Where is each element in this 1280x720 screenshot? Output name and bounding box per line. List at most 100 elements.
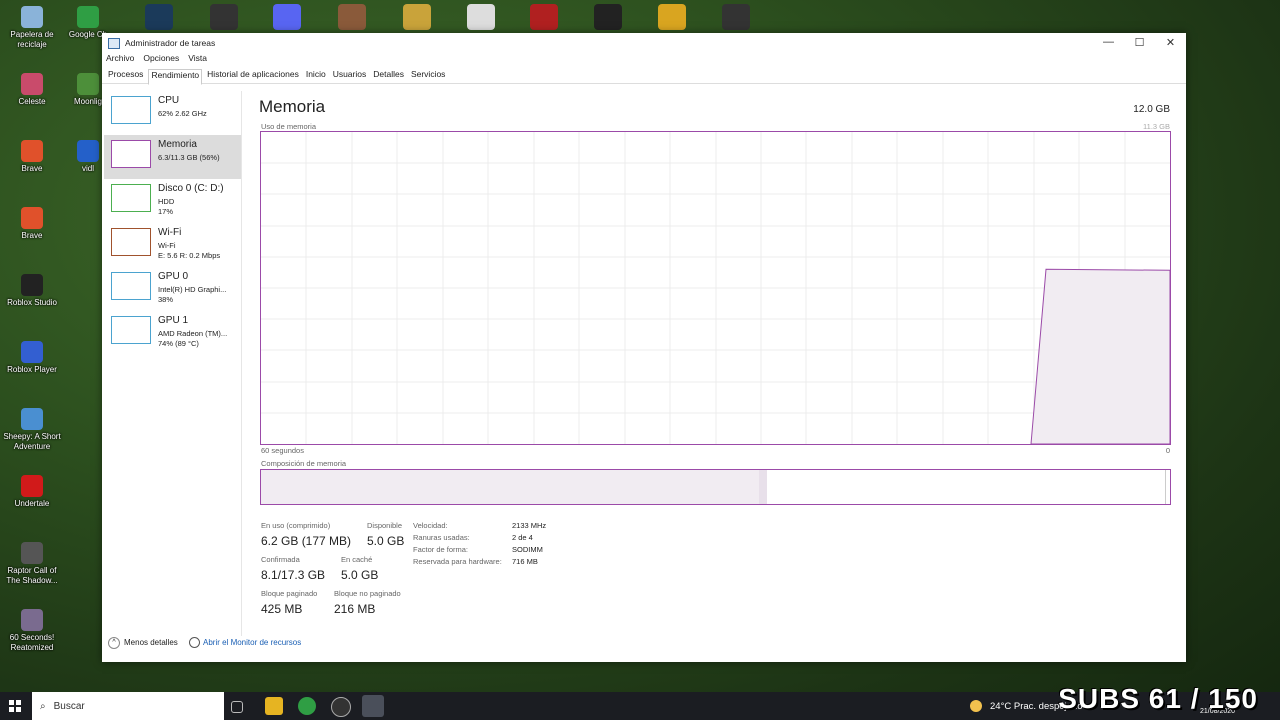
- sidebar-item-detail-2: 38%: [158, 295, 174, 304]
- tab-usuarios[interactable]: Usuarios: [331, 69, 369, 83]
- game-icon[interactable]: [338, 4, 366, 30]
- tab-servicios[interactable]: Servicios: [409, 69, 447, 83]
- task-manager-icon[interactable]: [362, 695, 384, 717]
- detail-form-value: SODIMM: [512, 545, 543, 554]
- menu-archivo[interactable]: Archivo: [106, 53, 134, 65]
- close-button[interactable]: ✕: [1155, 33, 1186, 51]
- menu-bar: Archivo Opciones Vista: [102, 53, 1186, 65]
- app-icon: [77, 73, 99, 95]
- sidebar-item-gpu1[interactable]: GPU 1 AMD Radeon (TM)... 74% (89 °C): [104, 311, 241, 355]
- game-icon[interactable]: [467, 4, 495, 30]
- composition-label: Composición de memoria: [261, 459, 347, 468]
- task-view-icon[interactable]: [231, 701, 243, 713]
- game-icon[interactable]: [403, 4, 431, 30]
- sidebar-item-label: Wi-Fi: [158, 227, 182, 238]
- stat-committed-value: 8.1/17.3 GB: [261, 568, 326, 582]
- game-icon[interactable]: [658, 4, 686, 30]
- graph-label: Uso de memoria: [261, 122, 317, 131]
- desktop-icon[interactable]: Papelera de reciclaje: [2, 6, 62, 50]
- app-icon: [21, 140, 43, 162]
- app-icon: [21, 609, 43, 631]
- title-bar[interactable]: Administrador de tareas: [102, 33, 1186, 53]
- task-manager-icon: [108, 37, 120, 49]
- sidebar-item-memoria[interactable]: Memoria 6.3/11.3 GB (56%): [104, 135, 241, 179]
- app-icon: [21, 408, 43, 430]
- detail-form-key: Factor de forma:: [413, 545, 469, 554]
- desktop-icon-label: Brave: [21, 231, 43, 240]
- desktop-icon[interactable]: Brave: [2, 207, 62, 241]
- steam-icon[interactable]: [145, 4, 173, 30]
- sidebar-item-cpu[interactable]: CPU 62% 2.62 GHz: [104, 91, 241, 135]
- menu-opciones[interactable]: Opciones: [143, 53, 179, 65]
- sidebar-item-detail: 62% 2.62 GHz: [158, 109, 207, 118]
- tab-detalles[interactable]: Detalles: [371, 69, 406, 83]
- composition-free-divider: [1165, 470, 1166, 504]
- tab-procesos[interactable]: Procesos: [106, 69, 145, 83]
- windows-start-icon[interactable]: [9, 700, 21, 712]
- desktop-icon-label: Sheepy: A Short Adventure: [3, 432, 61, 451]
- taskbar-search[interactable]: ⌕ Buscar: [32, 692, 224, 720]
- sidebar-item-label: Memoria: [158, 139, 197, 150]
- chrome-icon[interactable]: [298, 697, 316, 715]
- tab-historial[interactable]: Historial de aplicaciones: [205, 69, 301, 83]
- detail-slots-value: 2 de 4: [512, 533, 533, 542]
- app-icon: [77, 6, 99, 28]
- obs-icon[interactable]: [210, 4, 238, 30]
- sidebar-item-detail: AMD Radeon (TM)...: [158, 329, 228, 338]
- desktop-icon[interactable]: 60 Seconds! Reatomized: [2, 609, 62, 653]
- sidebar-item-label: Disco 0 (C: D:): [158, 183, 224, 194]
- app-icon: [21, 542, 43, 564]
- tab-rendimiento[interactable]: Rendimiento: [148, 69, 203, 85]
- desktop-icon[interactable]: Roblox Studio: [2, 274, 62, 308]
- discord-icon[interactable]: [273, 4, 301, 30]
- desktop-icon-label: Papelera de reciclaje: [10, 30, 54, 49]
- desktop-icon[interactable]: Undertale: [2, 475, 62, 509]
- desktop-icon-label: Raptor Call of The Shadow...: [6, 566, 58, 585]
- memory-usage-graph: [260, 131, 1171, 445]
- sidebar-item-disco[interactable]: Disco 0 (C: D:) HDD 17%: [104, 179, 241, 223]
- obs-icon[interactable]: [331, 697, 351, 717]
- menu-vista[interactable]: Vista: [188, 53, 207, 65]
- tab-strip: Procesos Rendimiento Historial de aplica…: [102, 69, 1186, 85]
- tab-inicio[interactable]: Inicio: [304, 69, 328, 83]
- stat-paged-value: 425 MB: [261, 602, 303, 616]
- game-icon[interactable]: [722, 4, 750, 30]
- stat-available-label: Disponible: [367, 521, 403, 530]
- stat-in-use-value: 6.2 GB (177 MB): [261, 534, 352, 548]
- detail-reserved-value: 716 MB: [512, 557, 538, 566]
- sidebar-item-wifi[interactable]: Wi-Fi Wi-Fi E: 5.6 R: 0.2 Mbps: [104, 223, 241, 267]
- sidebar-item-detail-2: 74% (89 °C): [158, 339, 199, 348]
- app-icon: [21, 341, 43, 363]
- desktop-icon[interactable]: Roblox Player: [2, 341, 62, 375]
- sidebar-item-detail-2: 17%: [158, 207, 174, 216]
- desktop-icon[interactable]: Celeste: [2, 73, 62, 107]
- minimize-button[interactable]: —: [1093, 33, 1124, 51]
- stat-nonpaged-label: Bloque no paginado: [334, 589, 401, 598]
- maximize-button[interactable]: ☐: [1124, 33, 1155, 51]
- memory-composition-bar: [260, 469, 1171, 505]
- search-icon: ⌕: [40, 700, 46, 712]
- desktop-icon-label: Roblox Studio: [7, 298, 57, 307]
- app-icon: [21, 6, 43, 28]
- sidebar-item-gpu0[interactable]: GPU 0 Intel(R) HD Graphi... 38%: [104, 267, 241, 311]
- detail-speed-value: 2133 MHz: [512, 521, 547, 530]
- search-placeholder: Buscar: [53, 700, 85, 712]
- file-explorer-icon[interactable]: [265, 697, 283, 715]
- memory-usage-area: [1030, 268, 1171, 445]
- desktop-icon[interactable]: Brave: [2, 140, 62, 174]
- desktop-icon[interactable]: Raptor Call of The Shadow...: [2, 542, 62, 586]
- app-icon: [77, 140, 99, 162]
- time-axis-left: 60 segundos: [261, 446, 304, 455]
- window-footer: ^ Menos detalles Abrir el Monitor de rec…: [102, 634, 1186, 654]
- app-icon: [21, 274, 43, 296]
- resource-monitor-link[interactable]: Abrir el Monitor de recursos: [203, 638, 301, 647]
- chevron-up-icon[interactable]: ^: [108, 637, 120, 649]
- game-icon[interactable]: [594, 4, 622, 30]
- detail-speed-key: Velocidad:: [413, 521, 448, 530]
- desktop-icon[interactable]: Sheepy: A Short Adventure: [2, 408, 62, 452]
- less-details-link[interactable]: Menos detalles: [124, 638, 178, 647]
- desktop-icon-label: Brave: [21, 164, 43, 173]
- wifi-thumbnail: [111, 228, 151, 256]
- game-icon[interactable]: [530, 4, 558, 30]
- detail-slots-key: Ranuras usadas:: [413, 533, 470, 542]
